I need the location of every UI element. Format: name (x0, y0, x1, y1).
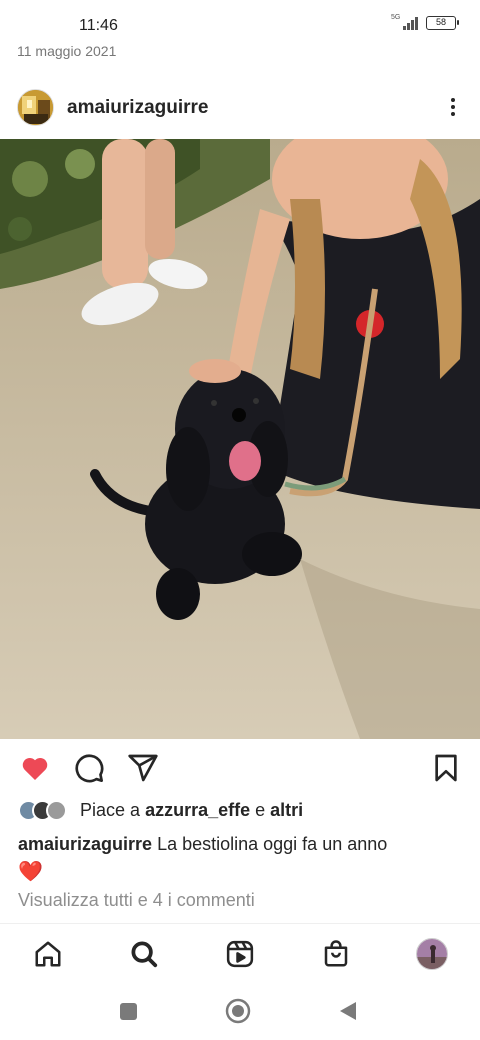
likes-conjunction: e (255, 799, 266, 820)
caption-text: La bestiolina oggi fa un anno (157, 834, 388, 854)
post-date: 11 maggio 2021 (17, 43, 117, 59)
signal-icon: 5G (391, 14, 418, 30)
network-type: 5G (391, 14, 401, 21)
post-username[interactable]: amaiurizaguirre (67, 97, 209, 119)
liker-avatars (18, 799, 67, 821)
post-photo[interactable] (0, 139, 480, 739)
caption-username[interactable]: amaiurizaguirre (18, 834, 152, 854)
bookmark-icon[interactable] (430, 752, 462, 784)
paper-plane-icon[interactable] (127, 752, 159, 784)
likes-summary[interactable]: Piace a azzurra_effe e altri (18, 797, 303, 823)
post-header: amaiurizaguirre (0, 84, 480, 132)
more-vertical-icon[interactable] (443, 94, 463, 120)
status-bar: 11:46 5G 58 (0, 0, 480, 40)
square-icon[interactable] (114, 997, 142, 1025)
comment-icon[interactable] (73, 752, 105, 784)
post-caption: amaiurizaguirre La bestiolina oggi fa un… (18, 830, 468, 886)
view-comments-link[interactable]: Visualizza tutti e 4 i commenti (18, 890, 255, 911)
circle-icon[interactable] (224, 997, 252, 1025)
bottom-nav (0, 923, 480, 985)
home-icon[interactable] (32, 938, 64, 970)
likes-prefix: Piace a (80, 799, 141, 820)
status-indicators: 5G 58 (391, 14, 459, 30)
status-time: 11:46 (79, 17, 118, 34)
reels-icon[interactable] (224, 938, 256, 970)
battery-level: 58 (435, 17, 446, 27)
likes-others[interactable]: altri (270, 800, 303, 821)
profile-avatar[interactable] (416, 938, 448, 970)
post-actions (0, 748, 480, 788)
battery-icon: 58 (426, 16, 459, 30)
liker-username[interactable]: azzurra_effe (145, 800, 250, 821)
caption-emoji: ❤️ (18, 861, 43, 883)
heart-icon[interactable] (19, 752, 51, 784)
shopping-bag-icon[interactable] (320, 938, 352, 970)
avatar[interactable] (17, 89, 54, 126)
search-icon[interactable] (128, 938, 160, 970)
back-triangle-icon[interactable] (334, 997, 362, 1025)
system-nav-bar (0, 985, 480, 1040)
